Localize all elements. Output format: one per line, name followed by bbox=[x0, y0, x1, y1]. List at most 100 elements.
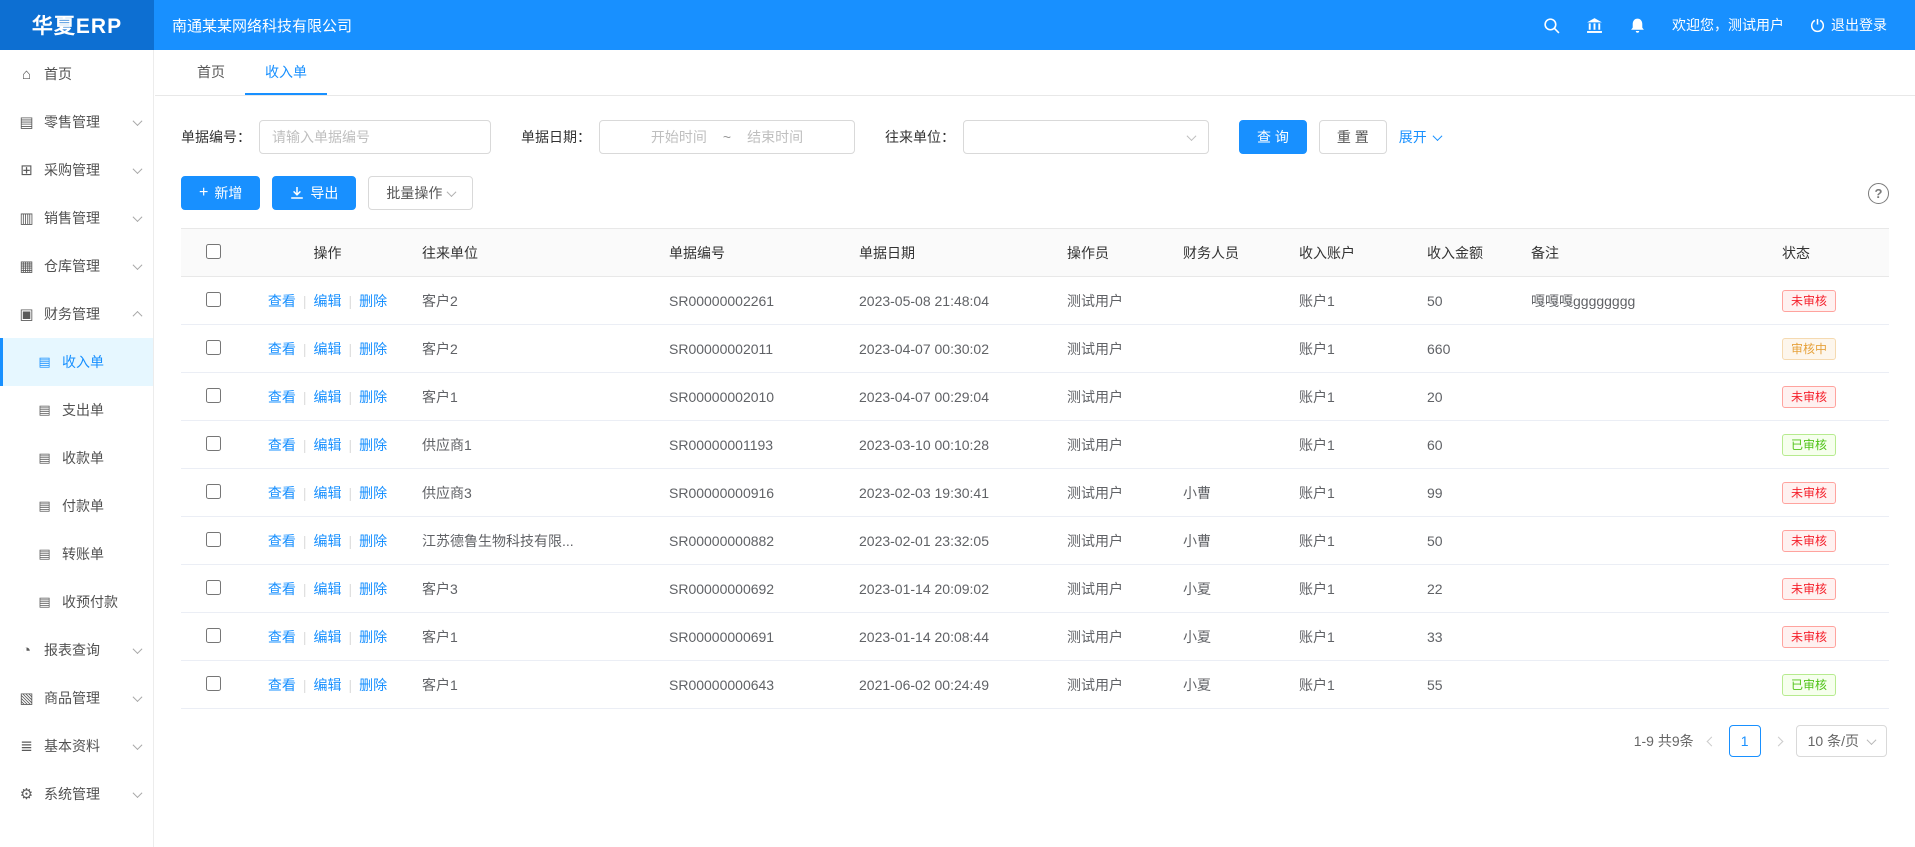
sidebar-item-system[interactable]: ⚙系统管理 bbox=[0, 770, 153, 818]
next-page-button[interactable] bbox=[1773, 738, 1784, 745]
column-header-6: 财务人员 bbox=[1171, 229, 1287, 277]
prev-page-button[interactable] bbox=[1706, 738, 1717, 745]
batch-button[interactable]: 批量操作 bbox=[368, 176, 473, 210]
view-link[interactable]: 查看 bbox=[268, 629, 296, 645]
bell-icon[interactable] bbox=[1629, 17, 1646, 34]
row-checkbox[interactable] bbox=[206, 580, 221, 595]
view-link[interactable]: 查看 bbox=[268, 485, 296, 501]
action-divider: | bbox=[303, 629, 307, 645]
sidebar-item-label: 首页 bbox=[44, 64, 141, 84]
logout-button[interactable]: 退出登录 bbox=[1810, 15, 1887, 35]
table-row: 查看|编辑|删除供应商3SR000000009162023-02-03 19:3… bbox=[181, 469, 1889, 517]
edit-link[interactable]: 编辑 bbox=[314, 293, 342, 309]
edit-link[interactable]: 编辑 bbox=[314, 389, 342, 405]
sidebar-item-finance[interactable]: ▣财务管理 bbox=[0, 290, 153, 338]
row-checkbox[interactable] bbox=[206, 532, 221, 547]
edit-link[interactable]: 编辑 bbox=[314, 341, 342, 357]
sidebar-item-sales[interactable]: ▥销售管理 bbox=[0, 194, 153, 242]
cell-unit: 客户2 bbox=[410, 277, 657, 325]
edit-link[interactable]: 编辑 bbox=[314, 437, 342, 453]
sidebar-item-transfer[interactable]: ▤转账单 bbox=[0, 530, 153, 578]
delete-link[interactable]: 删除 bbox=[359, 341, 387, 357]
sidebar-item-report[interactable]: ◔报表查询 bbox=[0, 626, 153, 674]
sidebar-item-goods[interactable]: ▧商品管理 bbox=[0, 674, 153, 722]
view-link[interactable]: 查看 bbox=[268, 581, 296, 597]
view-link[interactable]: 查看 bbox=[268, 677, 296, 693]
delete-link[interactable]: 删除 bbox=[359, 629, 387, 645]
search-button[interactable]: 查 询 bbox=[1239, 120, 1307, 154]
edit-link[interactable]: 编辑 bbox=[314, 485, 342, 501]
delete-link[interactable]: 删除 bbox=[359, 293, 387, 309]
sidebar-item-label: 商品管理 bbox=[44, 688, 134, 708]
row-checkbox[interactable] bbox=[206, 628, 221, 643]
delete-link[interactable]: 删除 bbox=[359, 581, 387, 597]
view-link[interactable]: 查看 bbox=[268, 293, 296, 309]
sidebar-item-home[interactable]: ⌂首页 bbox=[0, 50, 153, 98]
cell-remark bbox=[1519, 373, 1770, 421]
sidebar-item-basic[interactable]: ≣基本资料 bbox=[0, 722, 153, 770]
delete-link[interactable]: 删除 bbox=[359, 533, 387, 549]
add-button[interactable]: + 新增 bbox=[181, 176, 260, 210]
row-checkbox[interactable] bbox=[206, 340, 221, 355]
view-link[interactable]: 查看 bbox=[268, 389, 296, 405]
bill-no-input[interactable] bbox=[259, 120, 491, 154]
view-link[interactable]: 查看 bbox=[268, 341, 296, 357]
view-link[interactable]: 查看 bbox=[268, 533, 296, 549]
app-logo[interactable]: 华夏ERP bbox=[0, 0, 154, 50]
edit-link[interactable]: 编辑 bbox=[314, 581, 342, 597]
expand-link[interactable]: 展开 bbox=[1399, 127, 1441, 147]
action-divider: | bbox=[349, 629, 353, 645]
delete-link[interactable]: 删除 bbox=[359, 677, 387, 693]
tab-home[interactable]: 首页 bbox=[177, 50, 245, 95]
cell-bill_no: SR00000000692 bbox=[657, 565, 847, 613]
row-checkbox[interactable] bbox=[206, 676, 221, 691]
retail-icon: ▤ bbox=[18, 113, 35, 131]
add-label: 新增 bbox=[214, 183, 242, 203]
row-checkbox[interactable] bbox=[206, 292, 221, 307]
cell-amount: 33 bbox=[1415, 613, 1519, 661]
row-checkbox-cell bbox=[181, 469, 245, 517]
download-icon bbox=[290, 186, 304, 200]
help-icon[interactable]: ? bbox=[1868, 183, 1889, 204]
row-checkbox[interactable] bbox=[206, 484, 221, 499]
sidebar-item-income[interactable]: ▤收入单 bbox=[0, 338, 153, 386]
view-link[interactable]: 查看 bbox=[268, 437, 296, 453]
row-checkbox[interactable] bbox=[206, 436, 221, 451]
page-size-select[interactable]: 10 条/页 bbox=[1796, 725, 1887, 757]
sidebar-item-receipt[interactable]: ▤收款单 bbox=[0, 434, 153, 482]
page-1-button[interactable]: 1 bbox=[1729, 725, 1761, 757]
delete-link[interactable]: 删除 bbox=[359, 389, 387, 405]
sidebar-item-expense[interactable]: ▤支出单 bbox=[0, 386, 153, 434]
cell-finance: 小夏 bbox=[1171, 661, 1287, 709]
sidebar-item-payment[interactable]: ▤付款单 bbox=[0, 482, 153, 530]
unit-select[interactable] bbox=[963, 120, 1209, 154]
delete-link[interactable]: 删除 bbox=[359, 437, 387, 453]
row-checkbox[interactable] bbox=[206, 388, 221, 403]
sidebar-item-retail[interactable]: ▤零售管理 bbox=[0, 98, 153, 146]
cell-remark bbox=[1519, 517, 1770, 565]
date-range-picker[interactable]: 开始时间 ~ 结束时间 bbox=[599, 120, 855, 154]
status-badge: 未审核 bbox=[1782, 530, 1836, 552]
sidebar-item-purchase[interactable]: ⊞采购管理 bbox=[0, 146, 153, 194]
action-divider: | bbox=[303, 533, 307, 549]
delete-link[interactable]: 删除 bbox=[359, 485, 387, 501]
row-actions: 查看|编辑|删除 bbox=[245, 565, 410, 613]
sidebar-item-advance[interactable]: ▤收预付款 bbox=[0, 578, 153, 626]
cell-account: 账户1 bbox=[1287, 277, 1415, 325]
column-header-10: 状态 bbox=[1770, 229, 1889, 277]
cell-date: 2023-03-10 00:10:28 bbox=[847, 421, 1055, 469]
bank-icon[interactable] bbox=[1586, 17, 1603, 34]
edit-link[interactable]: 编辑 bbox=[314, 677, 342, 693]
sidebar-item-warehouse[interactable]: ▦仓库管理 bbox=[0, 242, 153, 290]
export-button[interactable]: 导出 bbox=[272, 176, 356, 210]
edit-link[interactable]: 编辑 bbox=[314, 629, 342, 645]
chevron-down-icon bbox=[133, 644, 143, 654]
reset-button[interactable]: 重 置 bbox=[1319, 120, 1387, 154]
table-header: 操作往来单位单据编号单据日期操作员财务人员收入账户收入金额备注状态 bbox=[181, 229, 1889, 277]
edit-link[interactable]: 编辑 bbox=[314, 533, 342, 549]
row-actions: 查看|编辑|删除 bbox=[245, 661, 410, 709]
select-all-checkbox[interactable] bbox=[206, 244, 221, 259]
tab-income[interactable]: 收入单 bbox=[245, 50, 327, 95]
search-icon[interactable] bbox=[1543, 17, 1560, 34]
cell-date: 2023-02-03 19:30:41 bbox=[847, 469, 1055, 517]
